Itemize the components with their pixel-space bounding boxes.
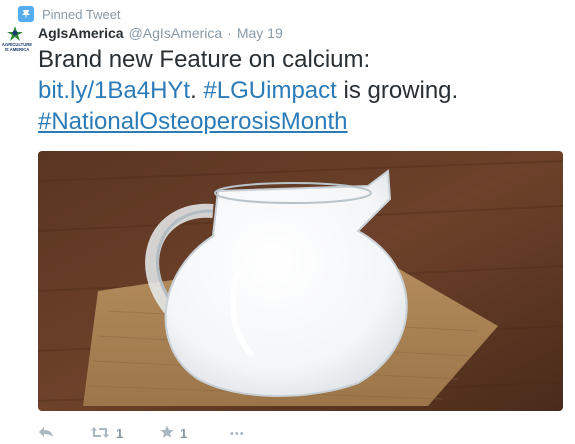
- reply-icon: [38, 426, 54, 441]
- hashtag-lguimpact[interactable]: #LGUimpact: [203, 77, 336, 104]
- tweet-media-photo[interactable]: [38, 151, 563, 411]
- tweet-middle-text: is growing.: [336, 77, 459, 104]
- reply-button[interactable]: [38, 426, 90, 441]
- tweet-link[interactable]: bit.ly/1Ba4HYt: [38, 77, 190, 104]
- pinned-label: Pinned Tweet: [42, 6, 121, 22]
- tweet-actions: 1 1 •••: [38, 425, 245, 442]
- hashtag-national-osteoperosis-month[interactable]: #NationalOsteoperosisMonth: [38, 108, 348, 135]
- avatar[interactable]: AGRICULTURE IS AMERICA: [2, 24, 32, 54]
- tweet-author-line: AgIsAmerica @AgIsAmerica · May 19: [38, 25, 283, 41]
- pin-icon: [18, 6, 34, 22]
- author-fullname[interactable]: AgIsAmerica: [38, 25, 124, 41]
- more-button[interactable]: •••: [230, 428, 245, 440]
- favorite-star-icon: [160, 425, 174, 442]
- pinned-tweet-header: Pinned Tweet: [18, 6, 121, 22]
- favorite-count: 1: [180, 426, 188, 441]
- retweet-icon: [90, 426, 110, 442]
- milk-jug-photo: [38, 151, 563, 411]
- favorite-button[interactable]: 1: [160, 425, 230, 442]
- more-icon: •••: [230, 427, 245, 440]
- link-period: .: [190, 77, 197, 104]
- retweet-button[interactable]: 1: [90, 426, 160, 442]
- tweet-text: Brand new Feature on calcium: bit.ly/1Ba…: [38, 44, 568, 137]
- retweet-count: 1: [116, 426, 124, 441]
- tweet-line-1: Brand new Feature on calcium:: [38, 46, 371, 73]
- tweet-date[interactable]: May 19: [237, 25, 283, 41]
- author-handle[interactable]: @AgIsAmerica: [129, 25, 223, 41]
- svg-text:IS AMERICA: IS AMERICA: [5, 47, 30, 52]
- separator-dot: ·: [227, 25, 232, 41]
